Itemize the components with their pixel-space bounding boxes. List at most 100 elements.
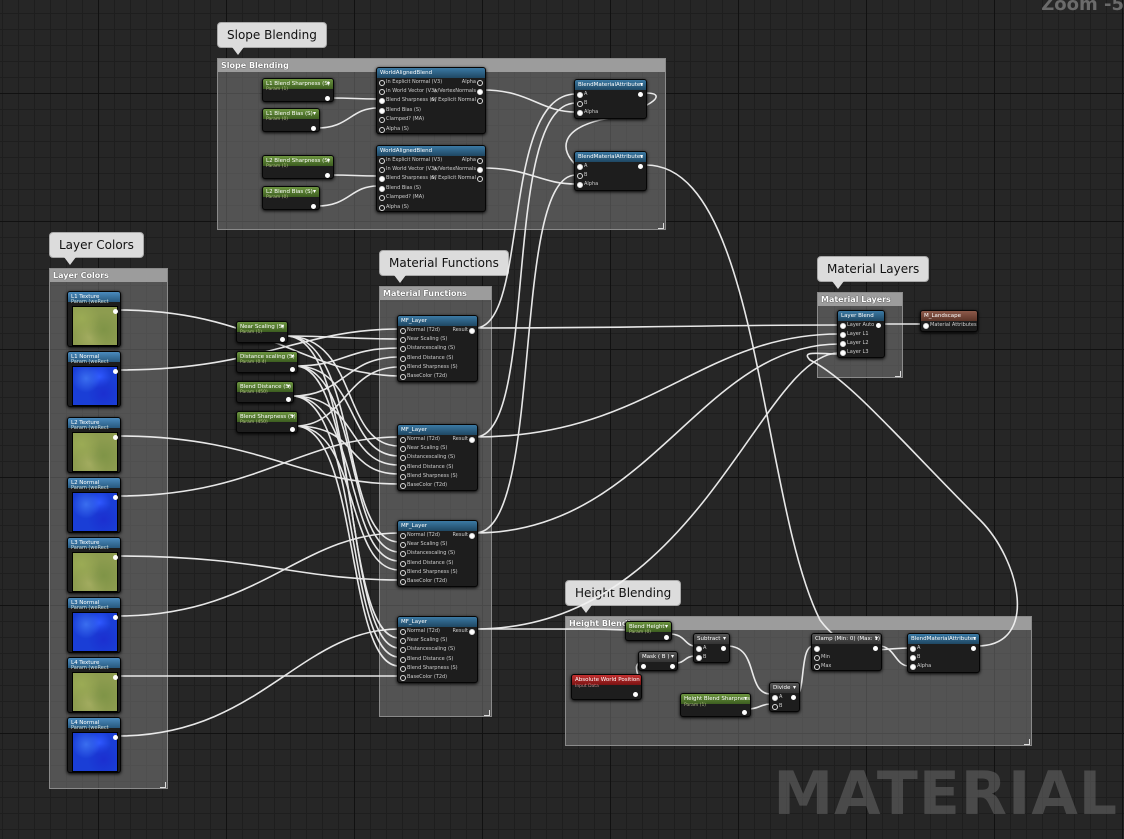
mf-layer-node-3[interactable]: MF_Layer Normal (T2d) Near Scaling (S) D… (397, 520, 478, 587)
output-pin[interactable] (113, 675, 118, 680)
input-pin[interactable]: Normal (T2d) (399, 326, 440, 334)
param-node-l2-blend-bias[interactable]: L2 Blend Bias (S) ▾ Param (0) (262, 186, 320, 210)
output-pin[interactable]: w/VertexNormals (433, 165, 484, 173)
chevron-down-icon[interactable]: ▾ (665, 623, 668, 630)
output-pin[interactable] (876, 323, 881, 328)
output-pin[interactable]: Result (453, 627, 476, 635)
output-pin[interactable] (113, 735, 118, 740)
resize-handle[interactable] (1024, 739, 1030, 745)
output-pin[interactable] (311, 126, 316, 131)
input-pin[interactable]: A (909, 644, 920, 652)
output-pin[interactable] (325, 173, 330, 178)
param-node-near-scaling[interactable]: Near Scaling (S) ▾ Param (1) (236, 321, 288, 343)
input-pin[interactable]: Layer L3 (839, 348, 869, 356)
texture-node-l2-texture[interactable]: L2 Texture Param (weRect (67, 417, 121, 473)
texture-node-l2-normal[interactable]: L2 Normal Param (weRect (67, 477, 121, 533)
layer-blend-node[interactable]: Layer Blend Layer Auto Layer L1 Layer L2… (837, 310, 885, 358)
texture-node-l1-normal[interactable]: L1 Normal Param (weRect (67, 351, 121, 407)
input-pin[interactable]: Alpha (576, 180, 598, 188)
input-pin[interactable]: In World Vector (V3) (378, 165, 436, 173)
input-pin[interactable]: Distancescaling (S) (399, 344, 455, 352)
output-pin[interactable]: w/ Explicit Normal (431, 174, 484, 182)
comment-bubble-functions[interactable]: Material Functions (379, 250, 509, 283)
input-pin[interactable]: B (909, 653, 920, 661)
mf-layer-node-1[interactable]: MF_Layer Normal (T2d) Near Scaling (S) D… (397, 315, 478, 382)
output-pin[interactable] (290, 367, 295, 372)
param-node-blend-height[interactable]: Blend Height ▾ Param (0) (625, 621, 672, 641)
input-pin[interactable]: BaseColor (T2d) (399, 481, 447, 489)
output-pin[interactable] (325, 96, 330, 101)
output-pin[interactable] (873, 646, 878, 651)
mf-layer-node-2[interactable]: MF_Layer Normal (T2d) Near Scaling (S) D… (397, 424, 478, 491)
input-pin[interactable]: Blend Sharpness (S) (399, 472, 458, 480)
divide-node[interactable]: Divide ▾ A B (769, 682, 800, 712)
output-pin[interactable] (721, 646, 726, 651)
input-pin[interactable]: Layer L2 (839, 339, 869, 347)
texture-node-l4-texture[interactable]: L4 Texture Param (weRect (67, 657, 121, 713)
chevron-down-icon[interactable]: ▾ (973, 635, 976, 642)
input-pin[interactable]: In Explicit Normal (V3) (378, 156, 442, 164)
input-pin[interactable]: Blend Sharpness (S) (399, 568, 458, 576)
resize-handle[interactable] (895, 371, 901, 377)
input-pin[interactable]: Blend Distance (S) (399, 655, 453, 663)
world-aligned-blend-node-2[interactable]: WorldAlignedBlend In Explicit Normal (V3… (376, 145, 486, 212)
chevron-down-icon[interactable]: ▾ (287, 383, 290, 390)
blend-material-attributes-node-2[interactable]: BlendMaterialAttributes ▾ A B Alpha (574, 151, 647, 191)
input-pin[interactable]: Blend Sharpness (S) (399, 664, 458, 672)
param-node-l1-blend-sharpness[interactable]: L1 Blend Sharpness (S) ▾ Param (1) (262, 78, 334, 102)
param-node-height-blend-sharpness[interactable]: Height Blend Sharpness ▾ Param (1) (680, 693, 751, 717)
output-pin[interactable] (280, 337, 285, 342)
input-pin[interactable]: Near Scaling (S) (399, 540, 447, 548)
output-pin[interactable] (113, 435, 118, 440)
chevron-down-icon[interactable]: ▾ (793, 684, 796, 691)
chevron-down-icon[interactable]: ▾ (640, 81, 643, 88)
comment-bubble-height[interactable]: Height Blending (565, 580, 682, 613)
input-pin[interactable]: Min (813, 653, 830, 661)
chevron-down-icon[interactable]: ▾ (723, 635, 726, 642)
input-pin[interactable]: Blend Bias (S) (378, 106, 421, 114)
input-pin[interactable]: Clamped? (MA) (378, 115, 424, 123)
input-pin[interactable]: A (576, 162, 587, 170)
input-pin[interactable]: Blend Sharpness (S) (378, 96, 437, 104)
param-node-blend-sharpness[interactable]: Blend Sharpness (S) ▾ Param (450) (236, 411, 298, 433)
input-pin[interactable]: Alpha (576, 108, 598, 116)
output-pin[interactable]: w/VertexNormals (433, 87, 484, 95)
input-pin[interactable]: Near Scaling (S) (399, 636, 447, 644)
input-pin[interactable]: Near Scaling (S) (399, 335, 447, 343)
input-pin[interactable]: BaseColor (T2d) (399, 577, 447, 585)
input-pin[interactable]: Blend Sharpness (S) (378, 174, 437, 182)
input-pin[interactable]: A (576, 90, 587, 98)
input-pin[interactable]: In Explicit Normal (V3) (378, 78, 442, 86)
blend-material-attributes-node-height[interactable]: BlendMaterialAttributes ▾ A B Alpha (907, 633, 980, 673)
input-pin[interactable]: Distancescaling (S) (399, 549, 455, 557)
output-pin[interactable] (742, 710, 747, 715)
texture-node-l1-texture[interactable]: L1 Texture Param (weRect (67, 291, 121, 347)
param-node-l1-blend-bias[interactable]: L1 Blend Bias (S) ▾ Param (0) (262, 108, 320, 132)
subtract-node[interactable]: Subtract ▾ A B (693, 633, 730, 663)
input-pin[interactable]: Alpha (S) (378, 203, 409, 211)
comment-bubble-colors[interactable]: Layer Colors (49, 232, 144, 265)
output-pin[interactable] (638, 164, 643, 169)
input-pin[interactable]: B (576, 171, 587, 179)
output-pin[interactable]: w/ Explicit Normal (431, 96, 484, 104)
input-pin[interactable]: In World Vector (V3) (378, 87, 436, 95)
output-pin[interactable] (113, 495, 118, 500)
input-pin[interactable]: Normal (T2d) (399, 531, 440, 539)
chevron-down-icon[interactable]: ▾ (671, 653, 674, 660)
output-pin[interactable] (638, 92, 643, 97)
input-pin[interactable] (641, 664, 646, 669)
chevron-down-icon[interactable]: ▾ (281, 323, 284, 330)
input-pin[interactable]: Layer Auto (839, 321, 874, 329)
output-pin[interactable] (113, 615, 118, 620)
param-node-distance-scaling[interactable]: Distance scaling (S) ▾ Param (0.4) (236, 351, 298, 373)
output-pin[interactable] (311, 204, 316, 209)
input-pin[interactable]: BaseColor (T2d) (399, 372, 447, 380)
chevron-down-icon[interactable]: ▾ (313, 110, 316, 117)
input-pin[interactable]: Blend Bias (S) (378, 184, 421, 192)
texture-node-l3-normal[interactable]: L3 Normal Param (weRect (67, 597, 121, 653)
output-pin[interactable] (791, 695, 796, 700)
output-pin[interactable] (286, 397, 291, 402)
chevron-down-icon[interactable]: ▾ (640, 153, 643, 160)
output-pin[interactable]: Result (453, 326, 476, 334)
output-pin[interactable] (664, 635, 669, 640)
